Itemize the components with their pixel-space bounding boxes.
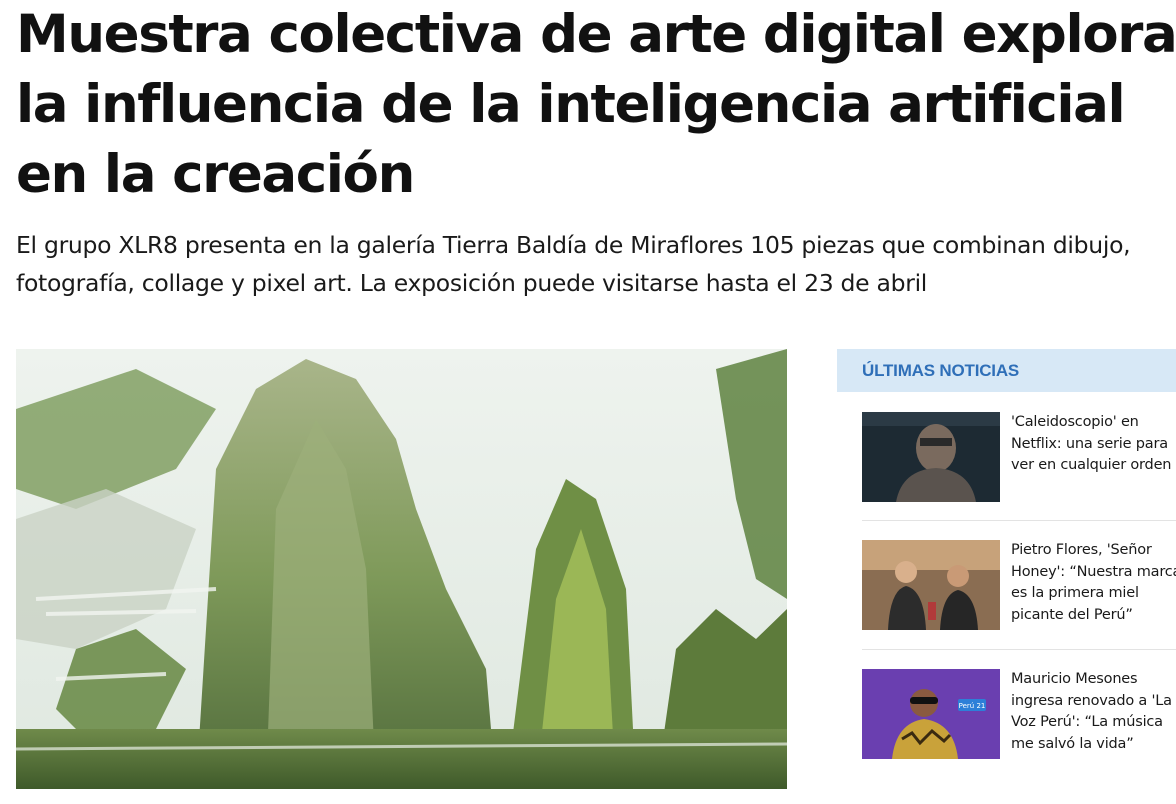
news-item-pietro-flores[interactable]: Pietro Flores, 'Señor Honey': “Nuestra m… — [862, 540, 1176, 632]
news-thumbnail[interactable]: Perú 21 — [862, 669, 1000, 759]
news-divider — [862, 649, 1176, 650]
news-item-caleidoscopio[interactable]: 'Caleidoscopio' en Netflix: una serie pa… — [862, 412, 1176, 504]
latest-news-title[interactable]: ÚLTIMAS NOTICIAS — [862, 361, 1019, 381]
news-item-mauricio-mesones[interactable]: Perú 21 Mauricio Mesones ingresa renovad… — [862, 669, 1176, 761]
news-thumbnail[interactable] — [862, 412, 1000, 502]
latest-news-header: ÚLTIMAS NOTICIAS — [837, 349, 1176, 392]
peru21-badge: Perú 21 — [959, 702, 986, 710]
latest-news-sidebar: ÚLTIMAS NOTICIAS 'Caleidoscopio' en Netf… — [837, 349, 1176, 759]
news-headline[interactable]: Mauricio Mesones ingresa renovado a 'La … — [1011, 669, 1176, 755]
news-divider — [862, 520, 1176, 521]
article-headline: Muestra colectiva de arte digital explor… — [16, 4, 1176, 205]
article-main-image — [16, 349, 787, 789]
news-headline[interactable]: Pietro Flores, 'Señor Honey': “Nuestra m… — [1011, 540, 1176, 626]
news-thumbnail[interactable] — [862, 540, 1000, 630]
news-headline[interactable]: 'Caleidoscopio' en Netflix: una serie pa… — [1011, 412, 1176, 477]
article-subtitle: El grupo XLR8 presenta en la galería Tie… — [16, 231, 1131, 297]
